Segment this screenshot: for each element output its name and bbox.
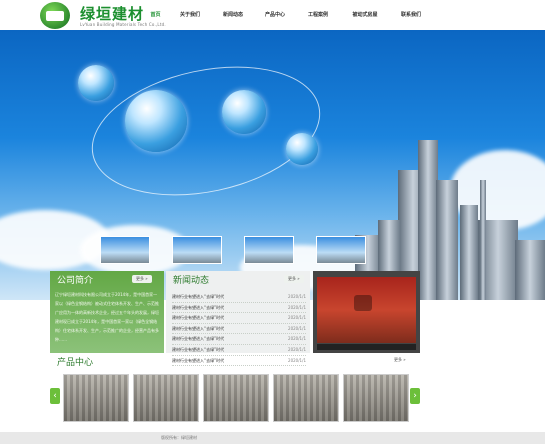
news-header: 新闻动态 更多 » [166, 271, 310, 286]
news-item-date: 2020/1/1 [288, 336, 306, 342]
globe-plant-icon [78, 65, 114, 101]
products-more-button[interactable]: 更多 » [394, 357, 406, 363]
globe-earth-icon [125, 90, 187, 152]
skyscraper-shape [460, 205, 478, 300]
chevron-right-icon[interactable]: › [410, 388, 420, 404]
news-item-date: 2020/1/1 [288, 315, 306, 321]
news-item-title[interactable]: 建材行业有望进入“去绿”时代 [172, 303, 224, 313]
nav-item-news[interactable]: 新闻动态 [212, 9, 254, 21]
products-title: 产品中心 [57, 358, 94, 368]
news-item-title[interactable]: 建材行业有望进入“去绿”时代 [172, 313, 224, 323]
news-title: 新闻动态 [173, 276, 210, 286]
nav-item-passive-house[interactable]: 被动式房屋 [340, 9, 390, 21]
tower-shape [480, 180, 486, 300]
skyscraper-shape [515, 240, 545, 300]
news-item-date: 2020/1/1 [288, 325, 306, 331]
banner-thumbnail[interactable] [172, 236, 222, 264]
banner-thumbnail[interactable] [100, 236, 150, 264]
main-nav: 首页 关于我们 新闻动态 产品中心 工程案例 被动式房屋 联系我们 [143, 9, 432, 21]
nav-item-contact[interactable]: 联系我们 [390, 9, 432, 21]
product-thumbnail[interactable] [133, 374, 199, 422]
news-item[interactable]: 建材行业有望进入“去绿”时代 2020/1/1 [172, 334, 306, 345]
chevron-left-icon[interactable]: ‹ [50, 388, 60, 404]
product-thumbnail[interactable] [203, 374, 269, 422]
nav-item-home[interactable]: 首页 [143, 9, 168, 21]
about-text: 辽宁绿垣建材科技有限公司成立于2014年，是中国首家一家以（绿色全钢结构）被动式… [55, 292, 159, 342]
logo-icon[interactable] [40, 2, 70, 29]
news-item[interactable]: 建材行业有望进入“去绿”时代 2020/1/1 [172, 313, 306, 324]
skyscraper-shape [418, 140, 438, 300]
news-more-button[interactable]: 更多 » [284, 275, 304, 283]
skyscraper-shape [436, 180, 458, 300]
news-item-date: 2020/1/1 [288, 294, 306, 299]
site-header: 绿垣建材 LvYuan Building Materials Tech Co.,… [0, 0, 545, 30]
banner-thumbnail[interactable] [316, 236, 366, 264]
news-item[interactable]: 建材行业有望进入“去绿”时代 2020/1/1 [172, 292, 306, 303]
orbit-ring [79, 47, 333, 215]
products-header: 产品中心 更多 » [50, 354, 420, 368]
news-item[interactable]: 建材行业有望进入“去绿”时代 2020/1/1 [172, 303, 306, 314]
about-title: 公司简介 [57, 276, 94, 286]
brand-subtitle: LvYuan Building Materials Tech Co.,Ltd. [80, 22, 166, 27]
globe-tree-icon [286, 133, 318, 165]
brand-name[interactable]: 绿垣建材 [80, 3, 144, 24]
nav-item-about[interactable]: 关于我们 [168, 9, 212, 21]
nav-item-products[interactable]: 产品中心 [254, 9, 296, 21]
news-panel: 新闻动态 更多 » 建材行业有望进入“去绿”时代 2020/1/1 建材行业有望进… [166, 271, 310, 367]
news-item-date: 2020/1/1 [288, 304, 306, 310]
news-item-title[interactable]: 建材行业有望进入“去绿”时代 [172, 292, 224, 302]
product-thumbnail[interactable] [343, 374, 409, 422]
globe-city-icon [222, 90, 266, 134]
video-player[interactable] [313, 271, 420, 353]
nav-item-cases[interactable]: 工程案例 [296, 9, 340, 21]
about-header: 公司简介 更多 » [50, 271, 164, 286]
news-item-title[interactable]: 建材行业有望进入“去绿”时代 [172, 334, 224, 344]
product-thumbnail[interactable] [63, 374, 129, 422]
about-panel: 公司简介 更多 » 辽宁绿垣建材科技有限公司成立于2014年，是中国首家一家以（… [50, 271, 164, 353]
product-thumbnail[interactable] [273, 374, 339, 422]
about-more-button[interactable]: 更多 » [132, 275, 152, 283]
footer-text: 版权所有：绿垣建材 [161, 435, 197, 440]
play-icon[interactable] [354, 295, 372, 311]
news-item-title[interactable]: 建材行业有望进入“去绿”时代 [172, 324, 224, 334]
site-footer: 版权所有：绿垣建材 [0, 432, 545, 444]
video-controls[interactable] [317, 344, 416, 350]
news-item[interactable]: 建材行业有望进入“去绿”时代 2020/1/1 [172, 324, 306, 335]
banner-thumbnail[interactable] [244, 236, 294, 264]
